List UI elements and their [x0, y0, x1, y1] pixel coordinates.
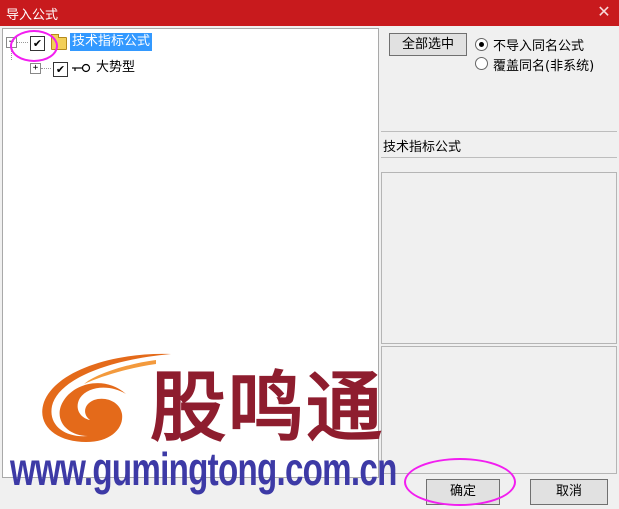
parameter-box[interactable]: [381, 346, 617, 474]
tree-item-child[interactable]: 大势型: [94, 59, 137, 77]
expand-icon[interactable]: +: [30, 63, 41, 74]
radio-overwrite[interactable]: [475, 57, 488, 70]
window-title: 导入公式: [6, 8, 59, 23]
key-icon: [72, 63, 91, 73]
close-icon[interactable]: ✕: [595, 2, 613, 22]
description-box[interactable]: [381, 172, 617, 344]
radio-skip-same-name[interactable]: [475, 38, 488, 51]
detail-name: 技术指标公式: [383, 140, 462, 155]
highlight-circle: [10, 30, 58, 62]
brand-name: 股鸣通: [150, 363, 384, 452]
radio-label-skip: 不导入同名公式: [493, 39, 585, 54]
cancel-button[interactable]: 取消: [530, 479, 608, 505]
title-bar: 导入公式 ✕: [0, 0, 619, 26]
highlight-circle: [404, 458, 516, 506]
tree-item-root[interactable]: 技术指标公式: [70, 33, 153, 51]
select-all-button[interactable]: 全部选中: [389, 33, 467, 56]
radio-label-overwrite: 覆盖同名(非系统): [493, 59, 595, 74]
divider: [381, 157, 617, 158]
tree-connector: [41, 68, 51, 69]
brand-url: www.gumingtong.com.cn: [10, 443, 397, 495]
divider: [381, 131, 617, 132]
tree-checkbox-child[interactable]: ✔: [53, 62, 68, 77]
